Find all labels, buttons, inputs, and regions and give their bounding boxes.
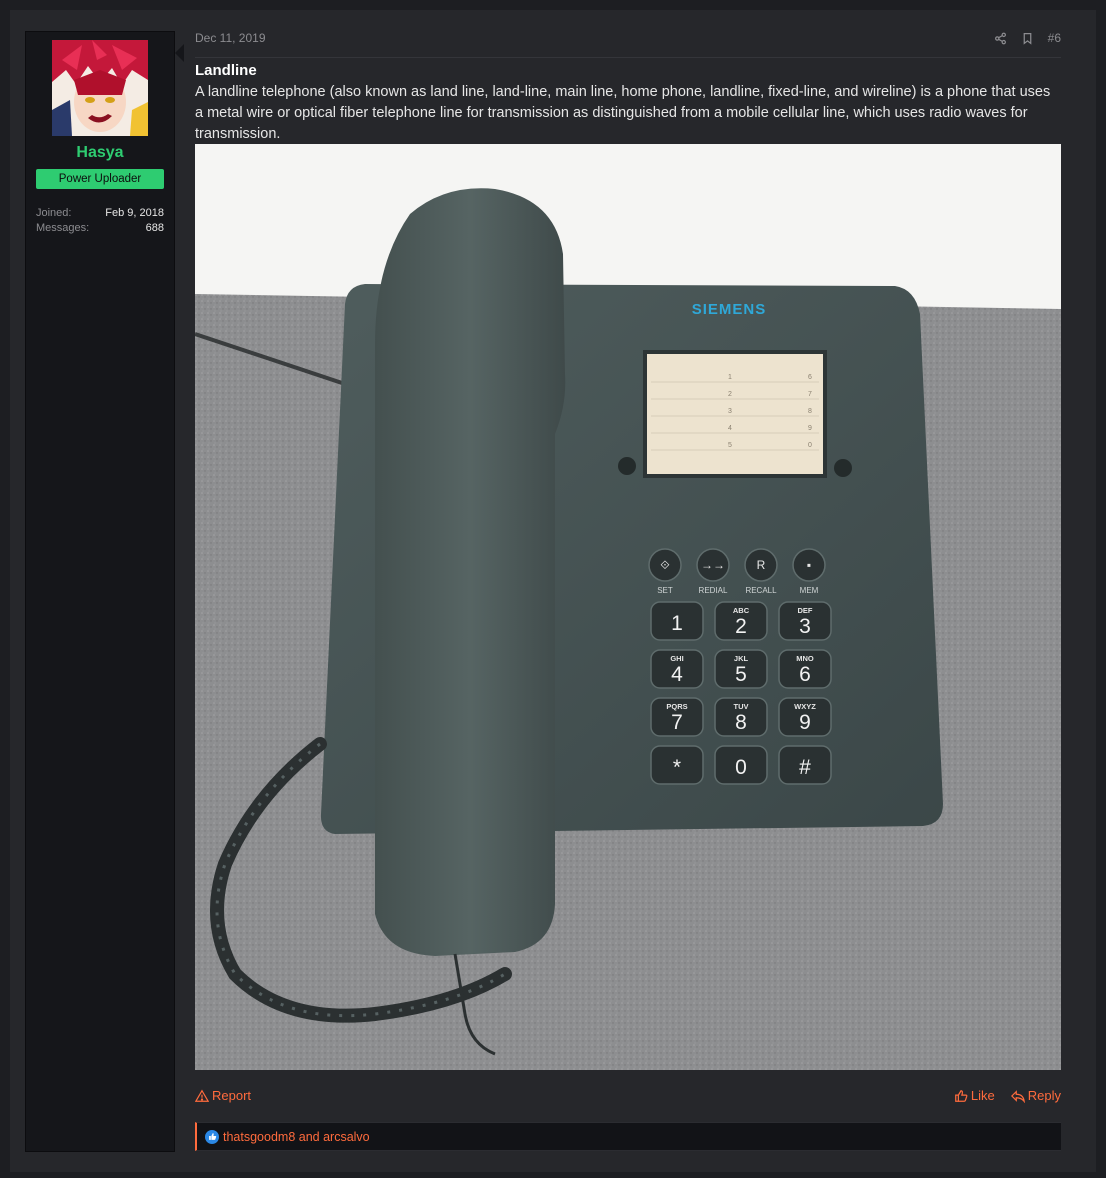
keypad-digit: 0: [735, 756, 747, 779]
keypad-key: 1: [650, 601, 704, 641]
share-icon[interactable]: [994, 32, 1007, 45]
joined-row: Joined: Feb 9, 2018: [36, 207, 164, 219]
keypad-digit: 9: [799, 711, 811, 734]
memory-slot-label: 6: [808, 374, 812, 381]
joined-label: Joined:: [36, 207, 72, 219]
messages-label: Messages:: [36, 222, 90, 234]
report-button[interactable]: Report: [195, 1088, 251, 1103]
memory-slot-label: 8: [808, 408, 812, 415]
post-reaction-actions: Like Reply: [954, 1088, 1061, 1103]
post-header-actions: #6: [994, 31, 1061, 45]
function-key: →→ REDIAL: [696, 548, 730, 595]
post-footer-actions: Report Like Reply: [195, 1088, 1061, 1110]
post-number[interactable]: #6: [1048, 31, 1061, 45]
memory-slot-label: 9: [808, 425, 812, 432]
post-image[interactable]: SIEMENS 1 6 2 7 3 8 4 9 5 0 ⟐ SET →→ REDIAL R RECALL ▪ M…: [195, 144, 1061, 1070]
keypad-letters: ABC: [733, 606, 750, 615]
keypad-digit: 6: [799, 663, 811, 686]
warning-icon: [195, 1089, 209, 1102]
keypad-key: 0: [714, 745, 768, 785]
username[interactable]: Hasya: [26, 144, 174, 162]
keypad-key: #: [778, 745, 832, 785]
keypad-letters: WXYZ: [794, 702, 816, 711]
memory-slot-label: 2: [728, 391, 732, 398]
bookmark-icon[interactable]: [1021, 32, 1034, 45]
joined-value: Feb 9, 2018: [105, 207, 164, 219]
keypad-key: WXYZ9: [778, 697, 832, 737]
messages-value: 688: [145, 222, 164, 234]
function-key-symbol: ▪: [807, 558, 811, 572]
keypad-key: MNO6: [778, 649, 832, 689]
keypad-key: TUV8: [714, 697, 768, 737]
post-body-text: A landline telephone (also known as land…: [195, 84, 1051, 142]
keypad-key: DEF3: [778, 601, 832, 641]
report-label: Report: [212, 1088, 252, 1103]
keypad-key: *: [650, 745, 704, 785]
keypad-letters: DEF: [798, 606, 813, 615]
post-container: Hasya Power Uploader Joined: Feb 9, 2018…: [10, 10, 1096, 1172]
like-label: Like: [970, 1088, 995, 1103]
function-key-symbol: R: [757, 558, 766, 572]
function-key-label: MEM: [800, 586, 819, 595]
avatar[interactable]: [52, 40, 148, 136]
keypad-digit: 3: [799, 615, 811, 638]
post-date[interactable]: Dec 11, 2019: [195, 31, 266, 45]
memory-slot-label: 7: [808, 391, 812, 398]
keypad-letters: MNO: [796, 654, 814, 663]
function-key-label: SET: [657, 586, 673, 595]
keypad-key: PQRS7: [650, 697, 704, 737]
sidebar-pointer: [175, 44, 184, 62]
reactions-bar[interactable]: thatsgoodm8 and arcsalvo: [195, 1122, 1061, 1151]
keypad-key: JKL5: [714, 649, 768, 689]
keypad-digit: 8: [735, 711, 747, 734]
keypad-digit: #: [799, 756, 811, 779]
keypad-key: GHI4: [650, 649, 704, 689]
keypad-digit: 1: [671, 612, 683, 635]
post-title: Landline: [195, 62, 257, 79]
memory-slot-label: 4: [728, 425, 732, 432]
function-key-symbol: ⟐: [660, 558, 670, 572]
keypad-letters: GHI: [670, 654, 683, 663]
memory-slot-label: 5: [728, 442, 732, 449]
post-header: Dec 11, 2019 #6: [195, 31, 1061, 58]
memory-slot-label: 3: [728, 408, 732, 415]
function-key: R RECALL: [744, 548, 778, 595]
memory-slot-label: 0: [808, 442, 812, 449]
keypad-digit: *: [673, 756, 681, 779]
keypad-letters: PQRS: [666, 702, 687, 711]
like-button[interactable]: Like: [954, 1088, 995, 1103]
keypad-digit: 2: [735, 615, 747, 638]
messages-row: Messages: 688: [36, 222, 164, 234]
rank-badge: Power Uploader: [36, 169, 164, 189]
keypad-digit: 5: [735, 663, 747, 686]
user-sidebar: Hasya Power Uploader Joined: Feb 9, 2018…: [25, 31, 175, 1152]
function-key-label: RECALL: [745, 586, 777, 595]
reply-icon: [1010, 1089, 1025, 1103]
reply-label: Reply: [1027, 1088, 1061, 1103]
keypad-letters: TUV: [734, 702, 749, 711]
keypad-key: ABC2: [714, 601, 768, 641]
like-reaction-icon: [205, 1129, 219, 1144]
memory-slot-label: 1: [728, 374, 732, 381]
reactions-users[interactable]: thatsgoodm8 and arcsalvo: [223, 1130, 370, 1144]
function-key-symbol: →→: [701, 558, 725, 572]
keypad-digit: 7: [671, 711, 683, 734]
thumbs-up-icon: [955, 1089, 968, 1102]
function-key-label: REDIAL: [699, 586, 728, 595]
reply-button[interactable]: Reply: [1010, 1088, 1061, 1103]
keypad-letters: JKL: [734, 654, 749, 663]
brand-label: SIEMENS: [692, 301, 767, 318]
keypad-digit: 4: [671, 663, 683, 686]
